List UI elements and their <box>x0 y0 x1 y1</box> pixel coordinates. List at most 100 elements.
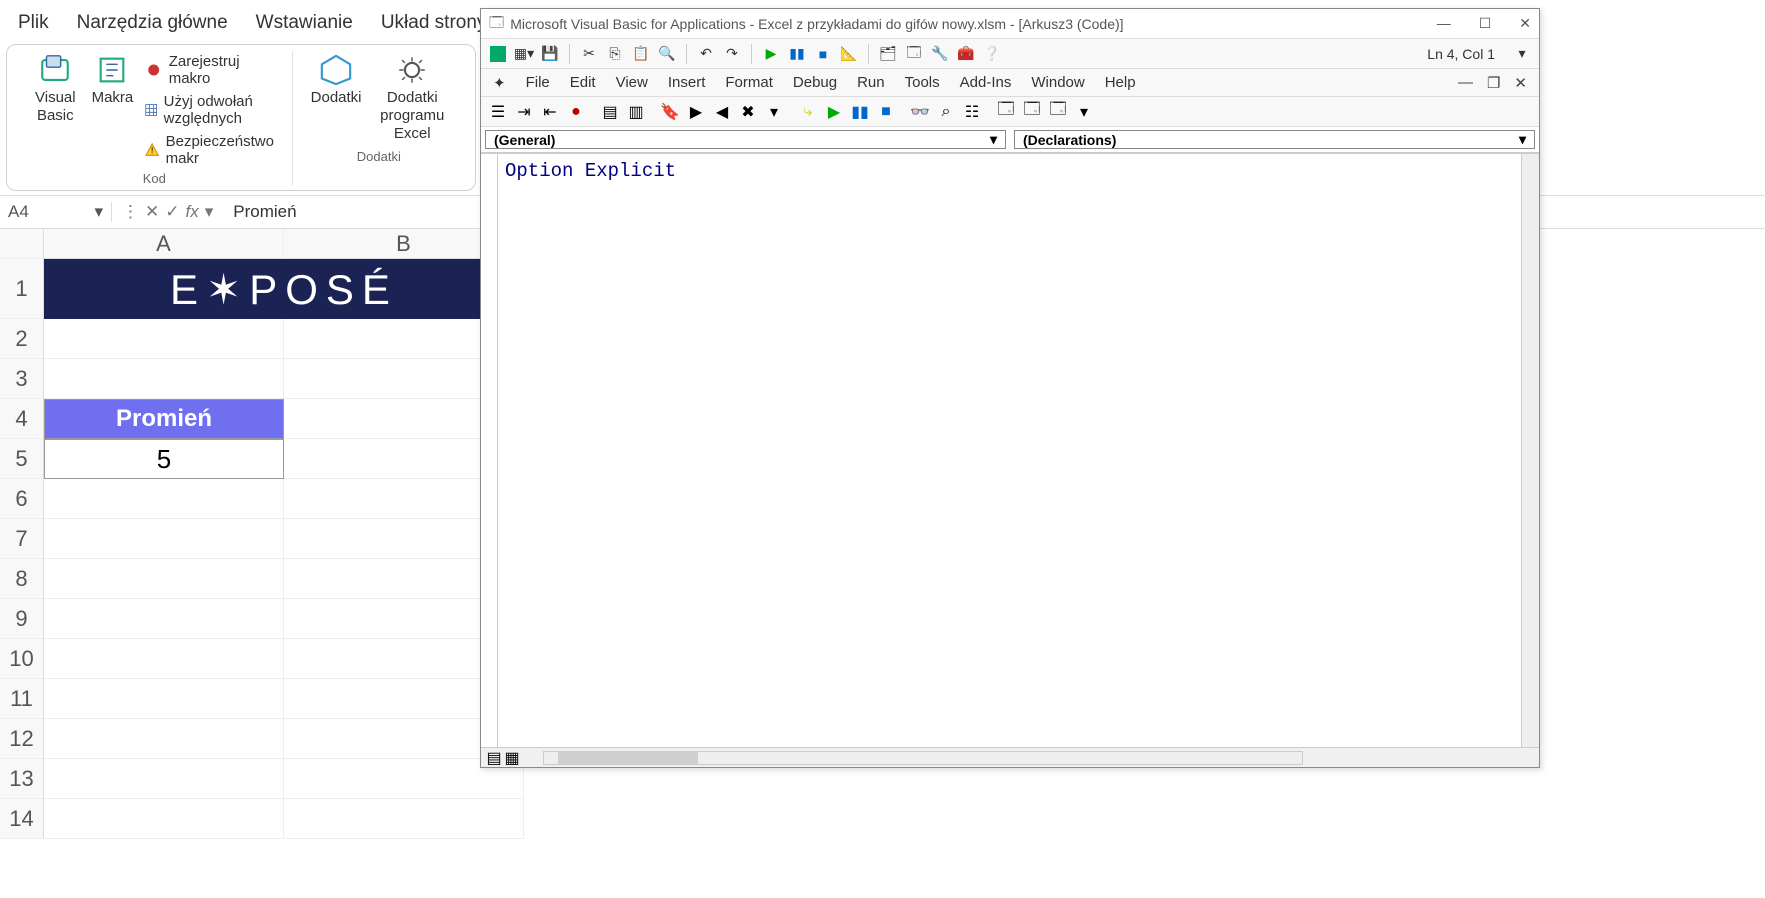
relative-refs-button[interactable]: Użyj odwołań względnych <box>145 93 281 127</box>
tab-plik[interactable]: Plik <box>18 12 49 34</box>
scroll-thumb[interactable] <box>558 752 698 764</box>
vba-titlebar[interactable]: 🗔 Microsoft Visual Basic for Application… <box>481 9 1539 39</box>
dots-icon[interactable]: ⋮ <box>122 202 139 222</box>
indent-icon[interactable]: ⇥ <box>515 103 533 121</box>
cell-promien-header[interactable]: Promień <box>44 399 284 439</box>
vba-code-editor[interactable]: Option Explicit <box>481 153 1539 747</box>
row-header[interactable]: 8 <box>0 559 44 599</box>
row-header[interactable]: 13 <box>0 759 44 799</box>
row-header[interactable]: 1 <box>0 259 44 319</box>
bookmark-icon[interactable]: 🔖 <box>661 103 679 121</box>
row-header[interactable]: 9 <box>0 599 44 639</box>
comment-icon[interactable]: ▤ <box>601 103 619 121</box>
object-browser-icon[interactable]: 🔧 <box>931 45 949 63</box>
makra-button[interactable]: Makra <box>84 51 142 167</box>
toolbar-overflow-icon[interactable]: ▾ <box>1513 45 1531 63</box>
procedure-view-icon[interactable]: ▤ <box>485 749 503 767</box>
menu-file[interactable]: File <box>526 74 550 91</box>
record-macro-button[interactable]: Zarejestruj makro <box>145 53 281 87</box>
reset-icon[interactable]: ■ <box>814 45 832 63</box>
row-header[interactable]: 7 <box>0 519 44 559</box>
macro-security-button[interactable]: ! Bezpieczeństwo makr <box>145 133 281 167</box>
maximize-button[interactable]: ☐ <box>1479 15 1492 32</box>
row-header[interactable]: 2 <box>0 319 44 359</box>
menu-edit[interactable]: Edit <box>570 74 596 91</box>
tab-narzedzia[interactable]: Narzędzia główne <box>77 12 228 34</box>
insert-item-icon[interactable]: ▦▾ <box>515 45 533 63</box>
uncomment-icon[interactable]: ▥ <box>627 103 645 121</box>
col-header[interactable]: A <box>44 229 284 259</box>
cell[interactable] <box>44 519 284 559</box>
chevron-down-icon[interactable]: ▾ <box>94 202 103 222</box>
prev-bookmark-icon[interactable]: ◀ <box>713 103 731 121</box>
help-icon[interactable]: ❔ <box>983 45 1001 63</box>
dodatki-button[interactable]: Dodatki <box>303 51 370 145</box>
toolbar-overflow-icon[interactable]: ▾ <box>1075 103 1093 121</box>
row-header[interactable]: 14 <box>0 799 44 839</box>
redo-icon[interactable]: ↷ <box>723 45 741 63</box>
watch-icon[interactable]: 👓 <box>911 103 929 121</box>
find-icon[interactable]: 🔍 <box>658 45 676 63</box>
watch-window-icon[interactable]: 🗔 <box>1049 103 1067 121</box>
cell[interactable] <box>44 599 284 639</box>
cell[interactable] <box>44 359 284 399</box>
break-icon[interactable]: ▮▮ <box>788 45 806 63</box>
row-header[interactable]: 12 <box>0 719 44 759</box>
minimize-button[interactable]: — <box>1437 15 1451 32</box>
mdi-close-button[interactable]: ✕ <box>1514 74 1527 92</box>
visual-basic-button[interactable]: Visual Basic <box>27 51 84 167</box>
step-into-icon[interactable]: ⤷ <box>799 103 817 121</box>
run-icon[interactable]: ▶ <box>762 45 780 63</box>
cell[interactable] <box>284 799 524 839</box>
menu-format[interactable]: Format <box>725 74 773 91</box>
confirm-icon[interactable]: ✓ <box>165 202 179 222</box>
cell[interactable] <box>44 559 284 599</box>
row-header[interactable]: 3 <box>0 359 44 399</box>
row-header[interactable]: 11 <box>0 679 44 719</box>
save-icon[interactable]: 💾 <box>541 45 559 63</box>
menu-tools[interactable]: Tools <box>905 74 940 91</box>
breakpoint-icon[interactable]: ● <box>567 103 585 121</box>
mdi-restore-button[interactable]: ❐ <box>1487 74 1500 92</box>
cell[interactable] <box>44 799 284 839</box>
procedure-dropdown[interactable]: (Declarations) ▾ <box>1014 130 1535 149</box>
object-dropdown[interactable]: (General) ▾ <box>485 130 1006 149</box>
cell[interactable] <box>44 719 284 759</box>
clear-bookmarks-icon[interactable]: ✖ <box>739 103 757 121</box>
design-mode-icon[interactable]: 📐 <box>840 45 858 63</box>
tab-uklad[interactable]: Układ strony <box>381 12 487 34</box>
toolbox-icon[interactable]: 🧰 <box>957 45 975 63</box>
cell[interactable] <box>44 319 284 359</box>
menu-insert[interactable]: Insert <box>668 74 706 91</box>
formula-text[interactable]: Promień <box>223 202 296 222</box>
list-properties-icon[interactable]: ☰ <box>489 103 507 121</box>
locals-icon[interactable]: 🗔 <box>997 103 1015 121</box>
toolbar-overflow-icon[interactable]: ▾ <box>765 103 783 121</box>
vertical-scrollbar[interactable] <box>1521 154 1539 747</box>
excel-icon[interactable] <box>489 45 507 63</box>
run-sub-icon[interactable]: ▶ <box>825 103 843 121</box>
dodatki-excel-button[interactable]: Dodatki programu Excel <box>370 51 456 145</box>
horizontal-scrollbar[interactable] <box>543 751 1303 765</box>
cell-promien-value[interactable]: 5 <box>44 439 284 479</box>
undo-icon[interactable]: ↶ <box>697 45 715 63</box>
full-module-view-icon[interactable]: ▦ <box>503 749 521 767</box>
menu-view[interactable]: View <box>616 74 648 91</box>
mdi-minimize-button[interactable]: — <box>1458 74 1473 92</box>
pause-icon[interactable]: ▮▮ <box>851 103 869 121</box>
outdent-icon[interactable]: ⇤ <box>541 103 559 121</box>
tab-wstawianie[interactable]: Wstawianie <box>256 12 353 34</box>
close-button[interactable]: ✕ <box>1519 15 1531 32</box>
row-header[interactable]: 6 <box>0 479 44 519</box>
menu-debug[interactable]: Debug <box>793 74 837 91</box>
select-all-corner[interactable] <box>0 229 44 259</box>
vba-control-icon[interactable]: ✦ <box>493 74 506 92</box>
chevron-down-icon[interactable]: ▾ <box>205 202 214 222</box>
cut-icon[interactable]: ✂ <box>580 45 598 63</box>
cell[interactable] <box>44 759 284 799</box>
fx-icon[interactable]: fx <box>186 202 199 222</box>
project-explorer-icon[interactable]: 🗂 <box>879 45 897 63</box>
stop-icon[interactable]: ■ <box>877 103 895 121</box>
call-stack-icon[interactable]: ☷ <box>963 103 981 121</box>
menu-run[interactable]: Run <box>857 74 885 91</box>
